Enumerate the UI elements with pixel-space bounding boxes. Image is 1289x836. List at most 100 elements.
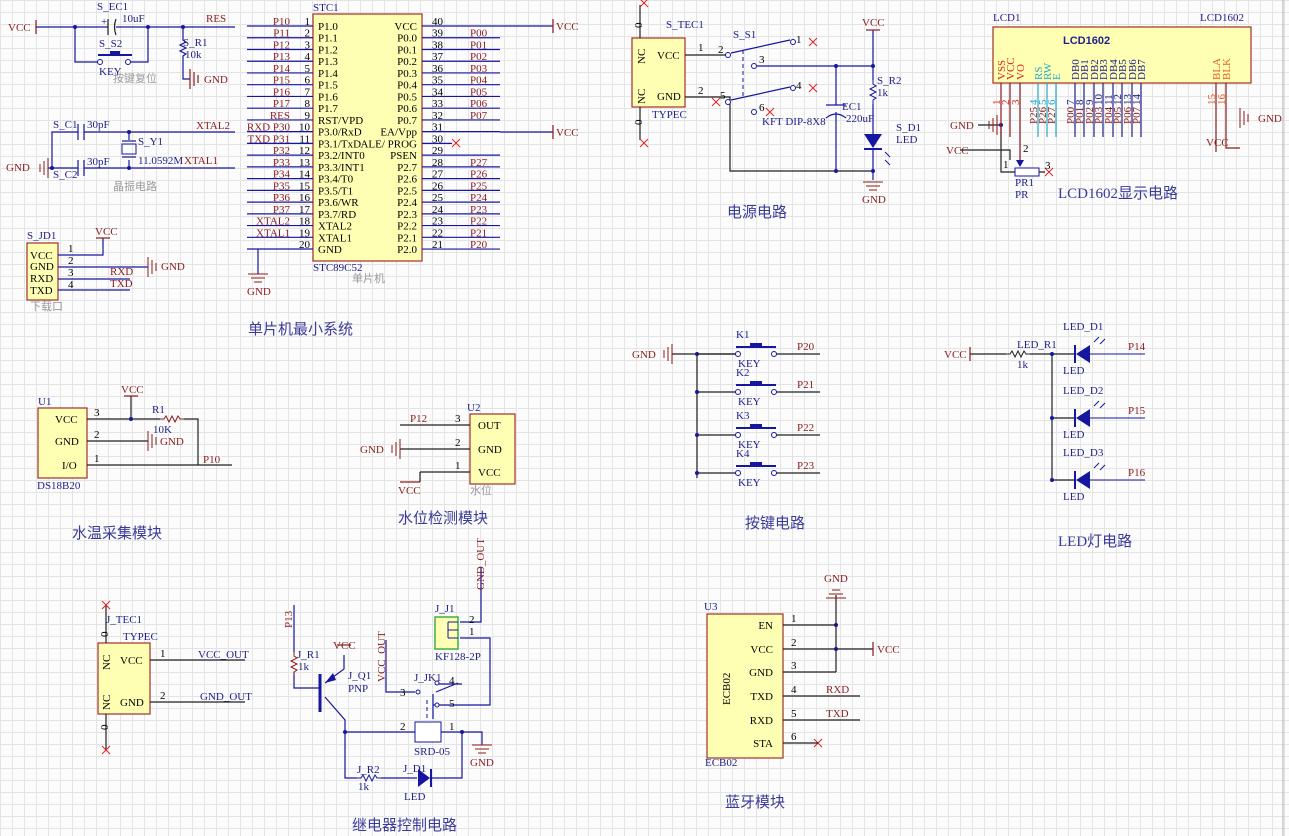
key-button[interactable]: [750, 462, 762, 466]
mcu-net-label: P26: [470, 169, 488, 181]
s-d1-value: LED: [896, 134, 917, 146]
mcu-pin-name: VCC: [394, 21, 417, 33]
mcu-pin-name: P2.0: [397, 244, 417, 256]
u2-ref: U2: [467, 402, 480, 414]
mcu-pin-name: P1.2: [318, 44, 338, 56]
lcd-pin-number: 16: [1216, 94, 1228, 106]
temperature-module: U1 VCC GND I/O 3 2 1 VCC R1 10K GND P10 …: [37, 384, 232, 542]
mcu-pin-name: ALE/ PROG: [360, 138, 417, 150]
pr1-value: PR: [1015, 189, 1029, 201]
schematic-canvas[interactable]: VCC + S_EC1 10uF RES S_S2 KEY 按键复位 S_R1 …: [0, 0, 1289, 836]
mcu-net-label: P34: [273, 169, 291, 181]
key-contact: [735, 389, 741, 395]
j-j1-part: KF128-2P: [435, 651, 481, 663]
led-symbol: [1076, 345, 1090, 363]
pin-zero: 0: [633, 22, 645, 28]
keys-section-title: 按键电路: [745, 515, 805, 532]
mcu-pin-number: 11: [299, 133, 310, 145]
led-r1-value: 1k: [1017, 359, 1029, 371]
mcu-stc89c52[interactable]: STC1 STC89C52 单片机 GND VCC VCC 1 P1.0P102 P…: [247, 2, 579, 298]
power-circuit: NC NC 0 0 VCC GND 1 2 S_TEC1 TYPEC S_S1 …: [631, 0, 921, 221]
mcu-pin-number: 33: [432, 98, 444, 110]
mcu-pin-number: 5: [305, 63, 311, 75]
lcd-pin-name: DB7: [1136, 59, 1148, 80]
mcu-net-label: TXD P31: [248, 133, 290, 145]
junction: [1050, 416, 1054, 420]
mcu-net-label: P11: [273, 28, 290, 40]
pin-number: 1: [796, 34, 802, 46]
net-label-p13: P13: [283, 610, 295, 628]
s-c2-value: 30pF: [87, 156, 110, 168]
s-r1-ref: S_R1: [183, 37, 207, 49]
mcu-pin-number: 37: [432, 51, 444, 63]
level-section-title: 水位检测模块: [398, 510, 488, 527]
mcu-pin-name: P3.2/INT0: [318, 150, 365, 162]
mcu-net-label: P12: [273, 39, 290, 51]
led-r1-ref: LED_R1: [1017, 339, 1057, 351]
led-net-label: P14: [1128, 341, 1146, 353]
mcu-net-label: P32: [273, 145, 290, 157]
lcd-pin-number: 14: [1131, 94, 1143, 106]
mcu-pin-name: P3.0/RxD: [318, 127, 362, 139]
mcu-net-label: P25: [470, 180, 488, 192]
pin-number: 2: [160, 690, 166, 702]
lcd-pin-name: BLK: [1221, 58, 1233, 80]
mcu-ref: STC1: [313, 2, 339, 14]
mcu-pin-name: P2.4: [397, 197, 417, 209]
s-r1-value: 10k: [185, 49, 202, 61]
j-q1-ref: J_Q1: [348, 670, 371, 682]
mcu-pin-name: P1.4: [318, 68, 338, 80]
pin-gnd: GND: [120, 697, 144, 709]
key-button[interactable]: [750, 424, 762, 428]
mcu-net-label: P22: [470, 216, 487, 228]
mcu-pin-number: 32: [432, 110, 443, 122]
pin-name: TXD: [30, 285, 53, 297]
net-label-vcc: VCC: [556, 21, 579, 33]
lcd-part: LCD1602: [1200, 12, 1244, 24]
junction: [1050, 478, 1054, 482]
mcu-pin-name: P0.6: [397, 103, 417, 115]
pin-number: 3: [94, 407, 100, 419]
net-label-gnd: GND: [470, 757, 494, 769]
mcu-net-label: P23: [470, 204, 488, 216]
s-jd1-ref: S_JD1: [27, 230, 56, 242]
leds-section-title: LED灯电路: [1058, 533, 1132, 550]
mcu-pin-number: 19: [299, 227, 311, 239]
key-button[interactable]: [750, 381, 762, 385]
mcu-net-label: RES: [270, 110, 290, 122]
j-q1-value: PNP: [348, 683, 368, 695]
mcu-net-label: XTAL2: [256, 216, 290, 228]
bt-pin-number: 5: [791, 708, 797, 720]
lcd-pin-number: 3: [1010, 99, 1022, 105]
net-label-vcc: VCC: [556, 127, 579, 139]
pin-number: 2: [94, 429, 100, 441]
mcu-pin-name: P1.5: [318, 80, 338, 92]
net-label-vcc: VCC: [8, 22, 31, 34]
mcu-net-label: P35: [273, 180, 291, 192]
pin-number: 2: [1023, 143, 1029, 155]
mcu-pin-name: P0.4: [397, 80, 417, 92]
mcu-net-label: XTAL1: [256, 227, 290, 239]
key-net-label: P23: [797, 460, 815, 472]
pin-number: 3: [68, 267, 74, 279]
mcu-pin-number: 7: [305, 86, 311, 98]
download-caption: 下载口: [30, 300, 63, 313]
mcu-pin-name: P0.5: [397, 91, 417, 103]
key-ref: K4: [736, 448, 750, 460]
bt-pin-number: 4: [791, 684, 797, 696]
mcu-pin-name: P1.6: [318, 91, 338, 103]
mcu-pin-number: 18: [299, 216, 311, 228]
mcu-net-label: P05: [470, 86, 488, 98]
bt-pin-number: 1: [791, 613, 797, 625]
mcu-net-label: P02: [470, 51, 487, 63]
mcu-pin-number: 40: [432, 16, 444, 28]
pin-number: 3: [400, 687, 406, 699]
key-button[interactable]: [750, 343, 762, 347]
mcu-pin-number: 29: [432, 145, 444, 157]
pin-name: VCC: [55, 414, 78, 426]
lcd-display-label: LCD1602: [1063, 35, 1110, 47]
key-value: KEY: [738, 396, 761, 408]
j-r2-value: 1k: [358, 781, 370, 793]
mcu-net-label: P14: [273, 63, 291, 75]
pr1-ref: PR1: [1015, 177, 1034, 189]
